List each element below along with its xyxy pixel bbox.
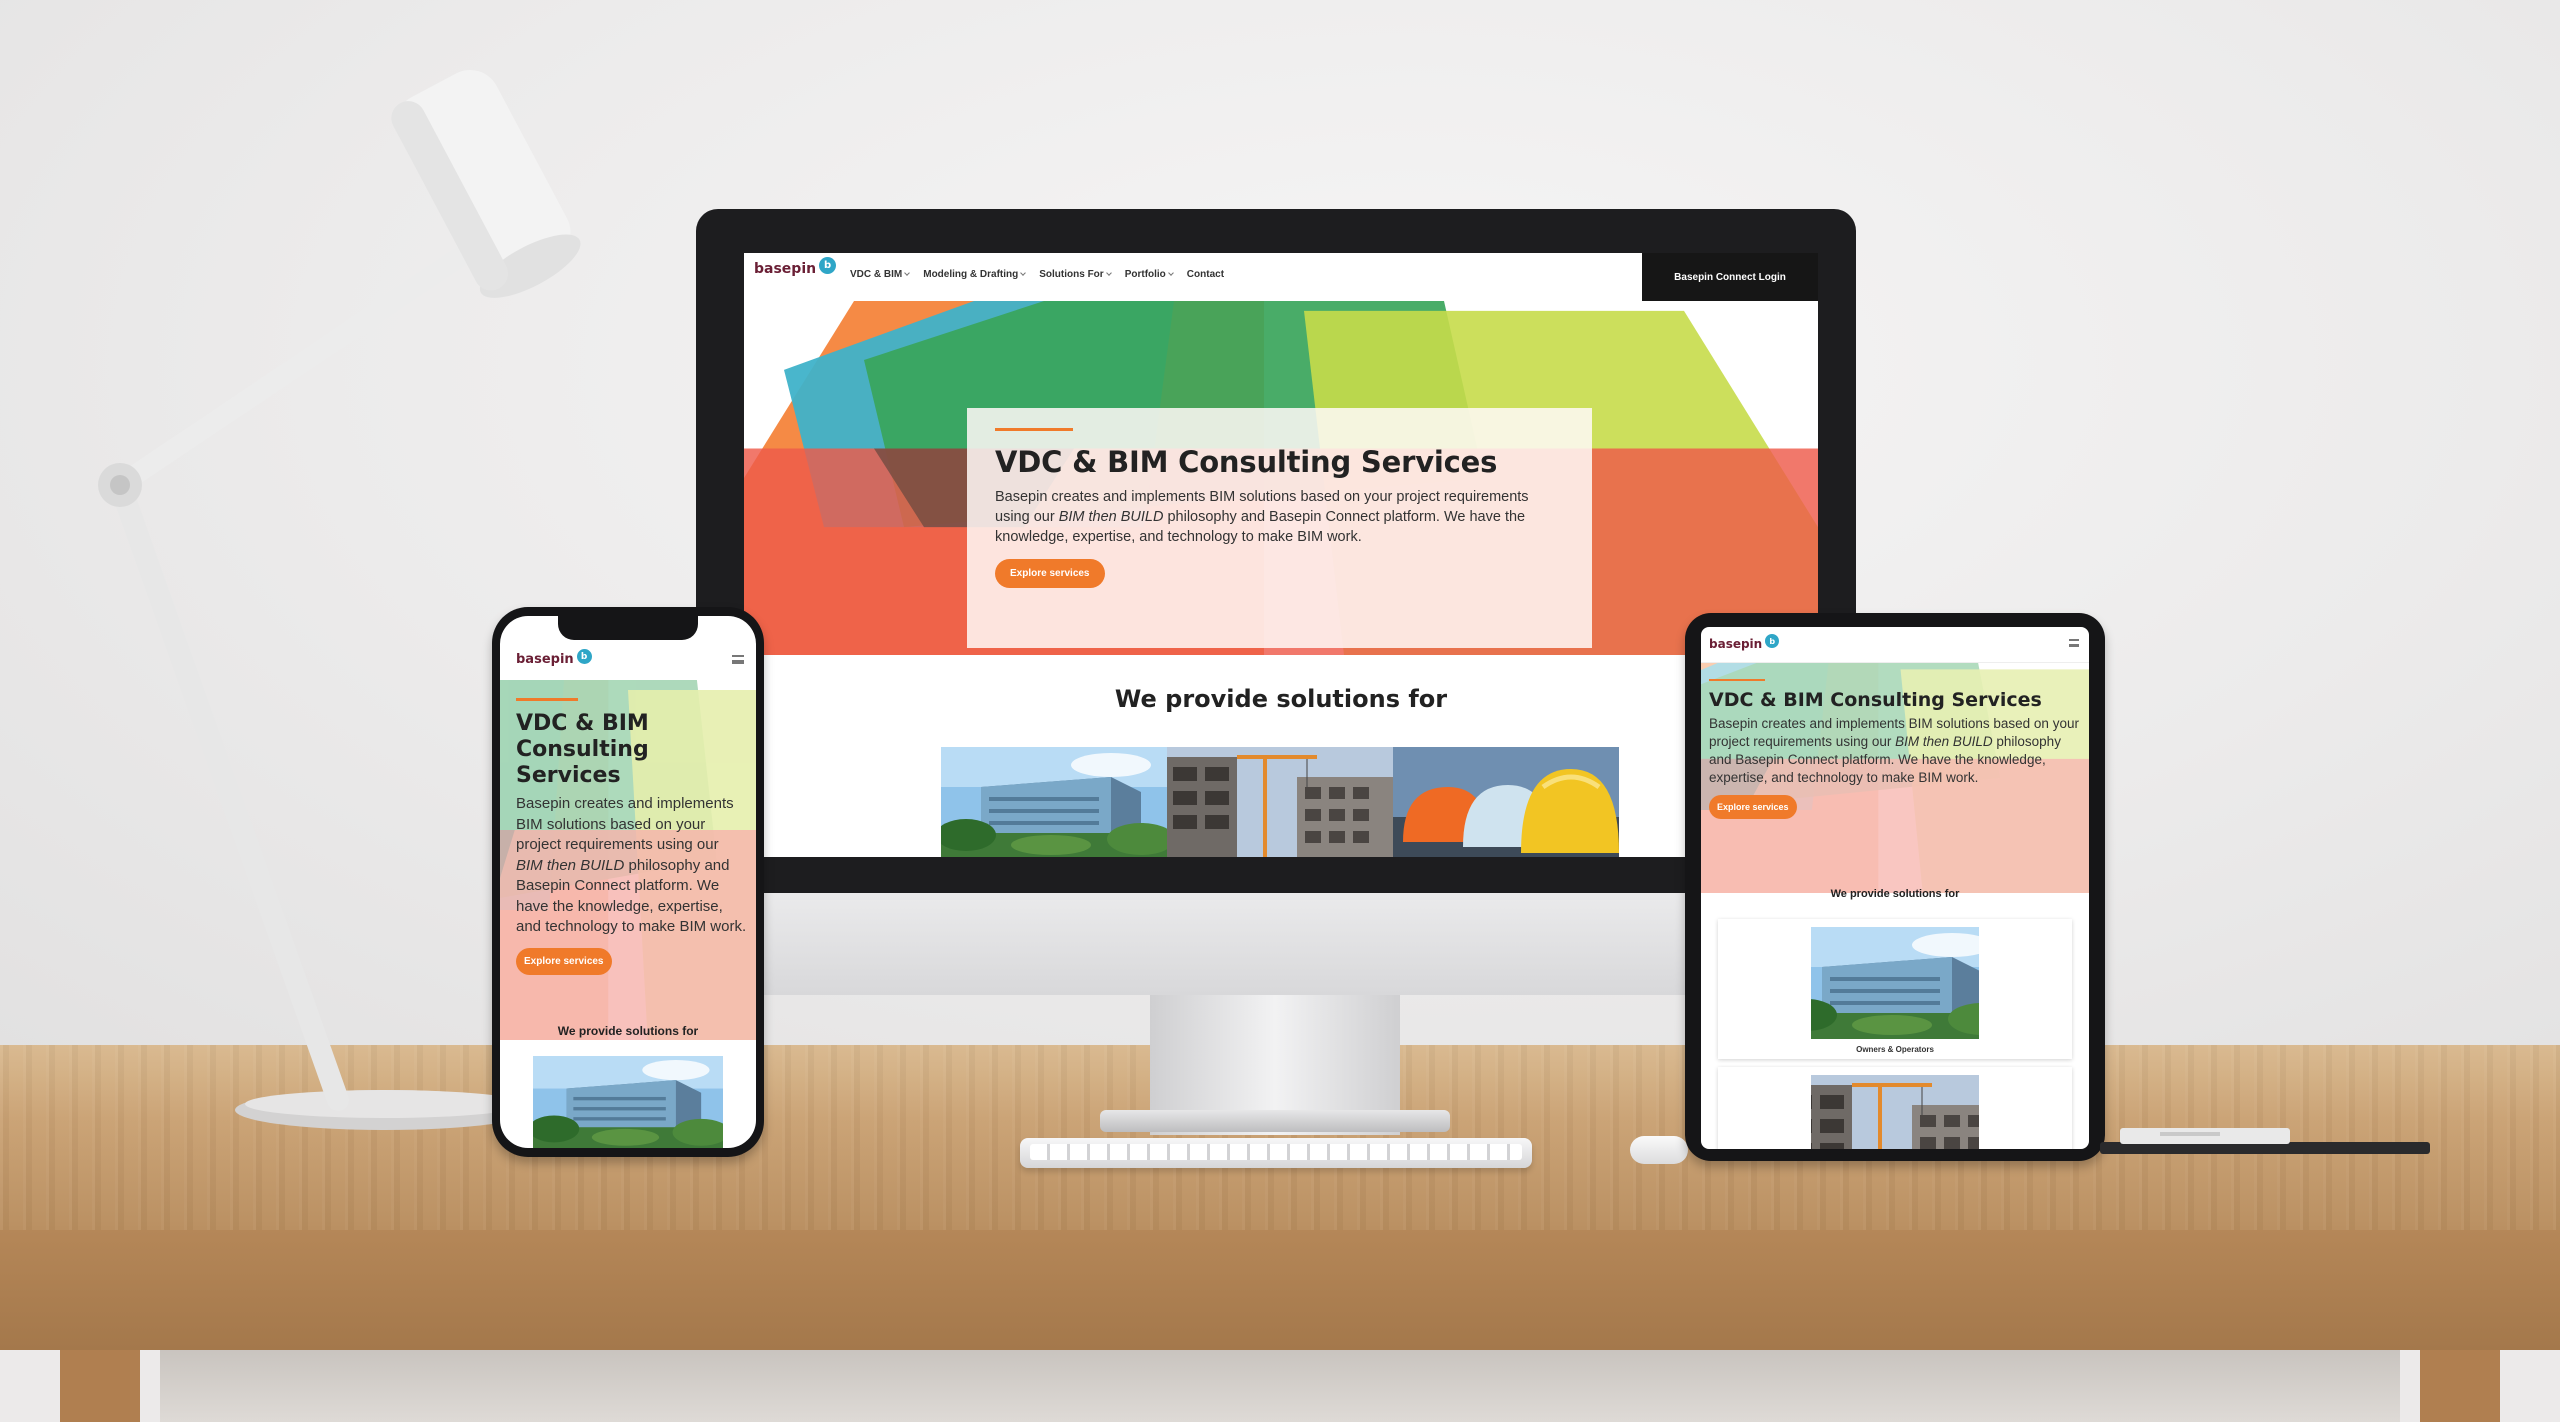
hero-card: VDC & BIM Consulting Services Basepin cr… xyxy=(967,408,1592,648)
nav-item-label: Modeling & Drafting xyxy=(923,269,1019,280)
basepin-logo[interactable]: basepin b xyxy=(754,256,837,277)
modern-building-photo[interactable] xyxy=(941,747,1167,859)
tablet-screen: basepin b VDC & BIM Consulting Services … xyxy=(1701,627,2089,1149)
solutions-title: We provide solutions for xyxy=(557,1024,699,1038)
desktop-hero: VDC & BIM Consulting Services Basepin cr… xyxy=(744,301,1818,655)
nav-item-label: Portfolio xyxy=(1124,269,1166,280)
solution-card-owners[interactable]: Owners & Operators xyxy=(1718,919,2072,1059)
solution-card-caption: Owners & Operators xyxy=(1856,1045,1934,1054)
modern-building-photo[interactable] xyxy=(533,1056,723,1148)
nav-item-label: VDC & BIM xyxy=(850,269,903,280)
under-desk-shadow xyxy=(160,1350,2400,1422)
desk-edge xyxy=(0,1230,2560,1350)
solution-card[interactable] xyxy=(1718,1067,2072,1149)
solutions-title: We provide solutions for xyxy=(1830,888,1960,900)
desktop-nav-bar: basepin b VDC & BIM Modeling & Drafting … xyxy=(744,253,1818,301)
basepin-logo[interactable]: basepin b xyxy=(516,649,592,667)
nav-item-label: Contact xyxy=(1186,269,1225,280)
hamburger-icon[interactable] xyxy=(2069,639,2079,647)
explore-services-button[interactable]: Explore services xyxy=(516,947,612,975)
solutions-tiles xyxy=(941,747,1619,859)
logo-text: basepin xyxy=(516,652,574,667)
basepin-logo[interactable]: basepin b xyxy=(1709,634,1780,651)
monitor-stand-foot xyxy=(1100,1110,1450,1132)
connect-login-button[interactable]: Basepin Connect Login xyxy=(1642,253,1818,301)
logo-badge-icon: b xyxy=(1765,634,1780,648)
solutions-title: We provide solutions for xyxy=(1114,685,1448,713)
nav-item-vdc-bim[interactable]: VDC & BIM xyxy=(850,269,911,280)
desktop-screen: basepin b VDC & BIM Modeling & Drafting … xyxy=(744,253,1818,893)
desk-leg xyxy=(2420,1350,2500,1422)
hero-text-block: VDC & BIM Consulting Services Basepin cr… xyxy=(1709,679,2081,819)
nav-item-solutions-for[interactable]: Solutions For xyxy=(1039,269,1112,280)
hero-text-block: VDC & BIM Consulting Services Basepin cr… xyxy=(516,698,748,975)
hero-title: VDC & BIM Consulting Services xyxy=(516,711,649,788)
nav-item-portfolio[interactable]: Portfolio xyxy=(1124,269,1174,280)
hamburger-icon[interactable] xyxy=(732,655,744,664)
explore-services-button[interactable]: Explore services xyxy=(995,559,1105,588)
mouse xyxy=(1630,1136,1688,1164)
phone-screen: basepin b VDC & BIM Consulting Services … xyxy=(500,616,756,1148)
hero-description: Basepin creates and implements BIM solut… xyxy=(1709,716,2079,785)
phone-hero: VDC & BIM Consulting Services Basepin cr… xyxy=(500,680,756,1040)
hero-title: VDC & BIM Consulting Services xyxy=(1709,689,2042,711)
logo-badge-icon: b xyxy=(819,256,837,274)
modern-building-photo xyxy=(1811,927,1979,1039)
logo-badge-icon: b xyxy=(576,649,592,664)
hero-description: Basepin creates and implements BIM solut… xyxy=(516,795,747,935)
chevron-down-icon xyxy=(904,270,911,276)
keyboard xyxy=(1020,1138,1532,1168)
screen-lower-bezel xyxy=(744,857,1818,893)
hard-hats-photo[interactable] xyxy=(1393,747,1619,859)
nav-item-contact[interactable]: Contact xyxy=(1187,269,1224,280)
chevron-down-icon xyxy=(1167,270,1174,276)
accent-line xyxy=(1709,679,1765,681)
stacked-notebooks xyxy=(2100,1128,2430,1154)
phone-notch xyxy=(558,616,698,640)
accent-line xyxy=(995,428,1073,431)
tablet-nav-bar: basepin b xyxy=(1701,627,2089,663)
hero-description: Basepin creates and implements BIM solut… xyxy=(995,489,1529,545)
nav-item-label: Solutions For xyxy=(1039,269,1104,280)
logo-text: basepin xyxy=(754,261,817,277)
tablet-hero: VDC & BIM Consulting Services Basepin cr… xyxy=(1701,663,2089,893)
nav-item-modeling-drafting[interactable]: Modeling & Drafting xyxy=(923,269,1027,280)
construction-site-photo[interactable] xyxy=(1167,747,1393,859)
chevron-down-icon xyxy=(1020,270,1027,276)
accent-line xyxy=(516,698,578,701)
explore-services-button[interactable]: Explore services xyxy=(1709,795,1797,819)
desktop-main-menu: VDC & BIM Modeling & Drafting Solutions … xyxy=(850,269,1224,280)
phone-nav-bar: basepin b xyxy=(500,640,756,680)
chevron-down-icon xyxy=(1105,270,1112,276)
construction-site-photo xyxy=(1811,1075,1979,1149)
hero-title: VDC & BIM Consulting Services xyxy=(995,445,1498,479)
logo-text: basepin xyxy=(1709,637,1763,651)
desk-leg xyxy=(60,1350,140,1422)
